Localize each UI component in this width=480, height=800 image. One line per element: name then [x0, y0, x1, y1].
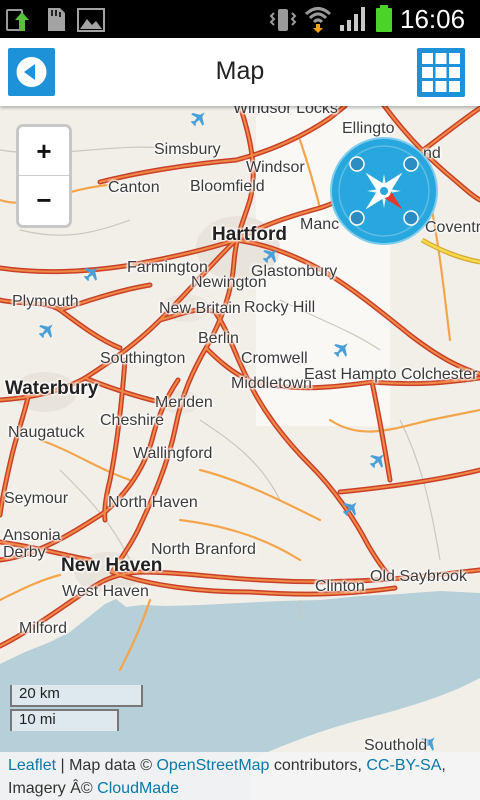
place-label: Southington: [100, 350, 186, 367]
place-label: Plymouth: [12, 293, 79, 310]
zoom-control: + −: [16, 124, 72, 228]
place-label: Waterbury: [5, 378, 99, 399]
license-link[interactable]: CC-BY-SA: [366, 757, 441, 774]
attribution-text: Imagery Â©: [8, 780, 98, 797]
place-label: Berlin: [198, 330, 239, 347]
grid-menu-button[interactable]: [417, 48, 465, 97]
leaflet-link[interactable]: Leaflet: [8, 757, 56, 774]
place-label: East Hampto: [304, 366, 397, 383]
attribution-text: contributors,: [269, 757, 367, 774]
place-label: Windsor Locks: [233, 106, 338, 117]
wifi-icon: [304, 7, 332, 33]
map-attribution: Leaflet | Map data © OpenStreetMap contr…: [0, 752, 480, 800]
upload-icon: [6, 9, 29, 31]
gallery-icon: [77, 8, 105, 32]
signal-icon: [340, 7, 365, 31]
place-label: Rocky Hill: [244, 299, 316, 316]
page-title: Map: [215, 57, 265, 85]
compass-icon[interactable]: [329, 136, 439, 246]
clock-time: 16:06: [400, 4, 466, 34]
place-label: Simsbury: [154, 141, 221, 158]
place-label: Derby: [3, 544, 46, 561]
zoom-in-button[interactable]: +: [19, 127, 69, 176]
place-label: Windsor: [246, 159, 305, 176]
place-label: Hartford: [212, 224, 287, 245]
scale-imperial: 10 mi: [10, 709, 119, 731]
attribution-text: | Map data ©: [56, 757, 157, 774]
place-label: Old Saybrook: [370, 568, 467, 585]
place-label: Canton: [108, 179, 160, 196]
zoom-out-button[interactable]: −: [19, 176, 69, 224]
scale-metric: 20 km: [10, 685, 143, 707]
place-label: Ansonia: [3, 527, 61, 544]
place-label: North Haven: [108, 494, 198, 511]
status-bar: 16:06: [0, 0, 480, 38]
map-view[interactable]: Windsor Locks Ellingto nd Simsbury Winds…: [0, 106, 480, 800]
place-label: Cheshire: [100, 412, 165, 429]
place-label: Meriden: [155, 394, 213, 411]
place-label: Middletown: [231, 375, 312, 392]
battery-icon: [376, 5, 392, 32]
app-header: Map: [0, 38, 480, 106]
place-label: Newington: [191, 274, 267, 291]
place-label: West Haven: [62, 583, 149, 600]
cloudmade-link[interactable]: CloudMade: [97, 780, 179, 797]
place-label: Seymour: [4, 490, 69, 507]
place-label: Bloomfield: [190, 178, 265, 195]
place-label: New Haven: [61, 555, 163, 576]
place-label: New Britain: [159, 300, 241, 317]
attribution-text: ,: [441, 757, 446, 774]
place-label: Cromwell: [241, 350, 308, 367]
openstreetmap-link[interactable]: OpenStreetMap: [156, 757, 269, 774]
sd-card-icon: [48, 8, 65, 31]
vibrate-icon: [269, 9, 297, 31]
place-label: Clinton: [315, 578, 365, 595]
place-label: North Branford: [151, 541, 256, 558]
place-label: Wallingford: [133, 445, 213, 462]
grid-menu-icon: [422, 53, 460, 92]
place-label: Milford: [19, 620, 68, 637]
place-label: Colchester: [401, 366, 478, 383]
place-label: Naugatuck: [8, 424, 85, 441]
